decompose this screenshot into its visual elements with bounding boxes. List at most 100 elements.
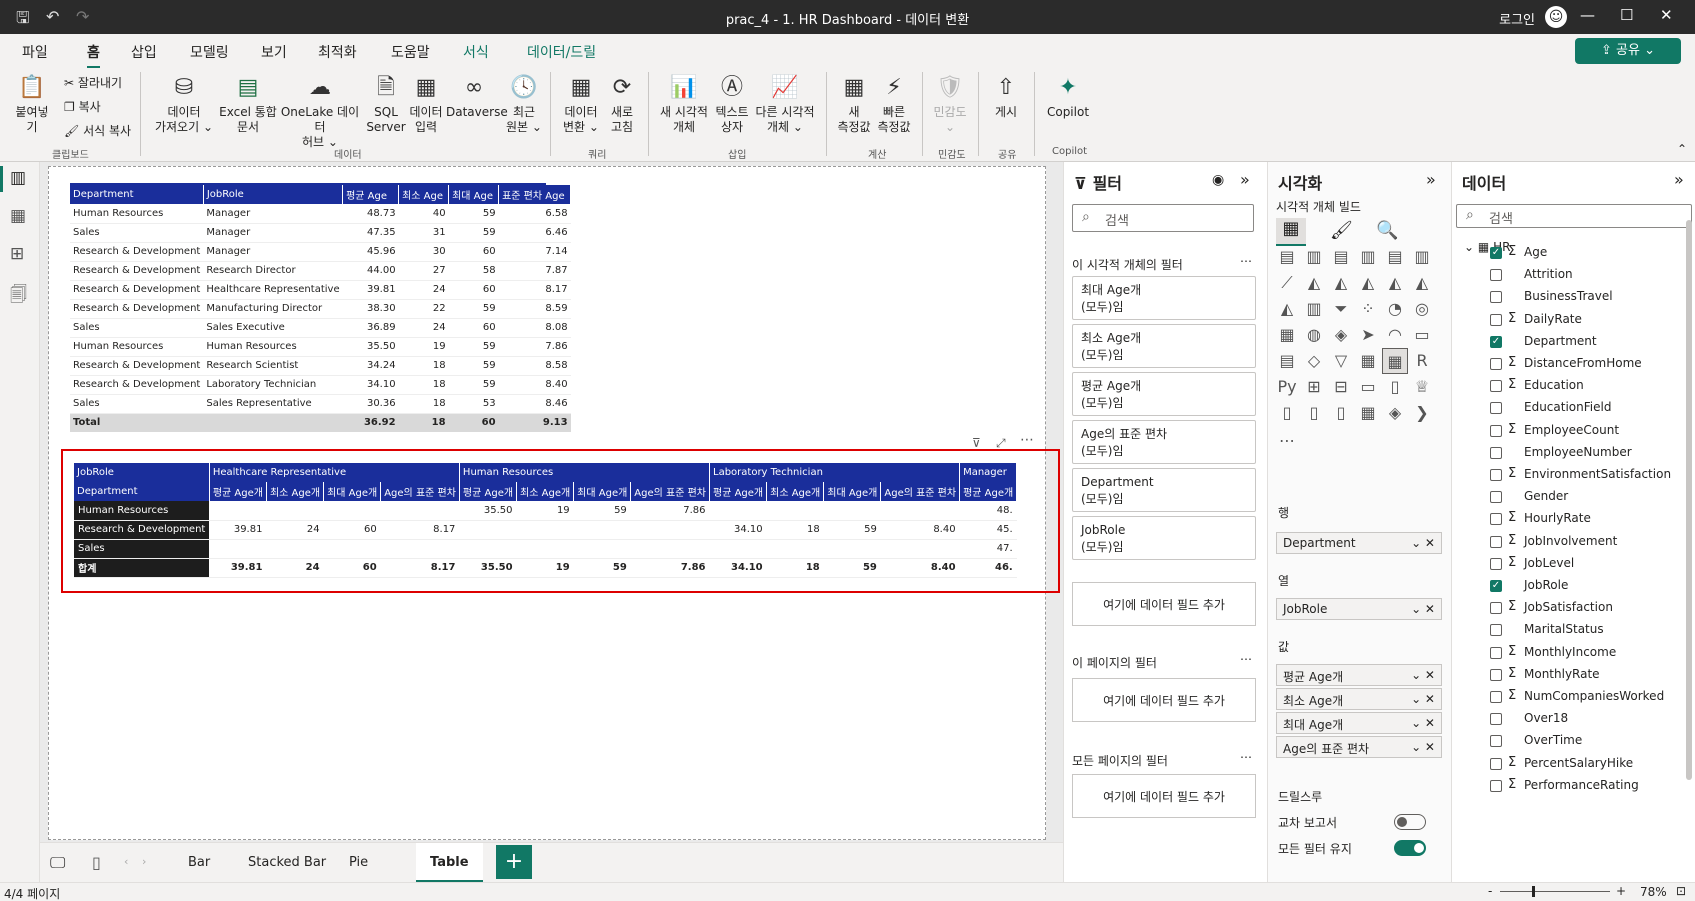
field-checkbox[interactable] (1490, 446, 1502, 459)
visual-type-icon[interactable]: ⊞ (1301, 374, 1327, 400)
paste-button[interactable]: 📋 붙여넣기 (10, 72, 54, 135)
tab-help[interactable]: 도움말 (391, 42, 430, 62)
field-checkbox[interactable]: ✓ (1490, 335, 1502, 348)
matrix-row-label[interactable]: Human Resources (74, 501, 210, 521)
field-checkbox[interactable] (1490, 735, 1502, 748)
field-checkbox[interactable] (1490, 269, 1502, 282)
copy-button[interactable]: ❐ 복사 (64, 98, 101, 115)
matrix-col-header[interactable]: Department (74, 482, 210, 501)
visual-type-icon[interactable]: ▦ (1274, 322, 1300, 348)
matrix-measure-header[interactable]: 최대 Age개 (323, 482, 382, 501)
matrix-measure-header[interactable]: Age의 표준 편차 (880, 482, 961, 501)
visual-type-icon[interactable]: ◈ (1328, 322, 1354, 348)
visual-type-icon[interactable]: ⏷ (1328, 296, 1354, 322)
visual-type-icon[interactable]: ▥ (1409, 244, 1435, 270)
collapse-data-icon[interactable]: » (1674, 170, 1684, 189)
field-checkbox[interactable] (1490, 646, 1502, 659)
matrix-row[interactable]: Research & Development 39.81 24 60 8.17 34.10… (74, 520, 1017, 540)
zoom-level[interactable]: 78% (1640, 885, 1667, 899)
table-row[interactable]: Human Resources Human Resources 35.50 19 59 7… (70, 337, 571, 357)
matrix-measure-header[interactable]: 최대 Age개 (823, 482, 882, 501)
more-options-icon[interactable]: ⋯ (1020, 432, 1034, 448)
more-options-icon[interactable]: ⋯ (1240, 652, 1252, 666)
col-header[interactable]: 최대 Age (448, 185, 500, 204)
matrix-row[interactable]: Human Resources 35.50 19 59 7.86 48. (74, 501, 1017, 521)
table-row[interactable]: Research & Development Manager 45.96 30 60 7.… (70, 242, 571, 262)
visual-type-icon[interactable]: ➤ (1355, 322, 1381, 348)
matrix-row-header[interactable]: JobRole (74, 463, 210, 482)
table-row[interactable]: Research & Development Research Scientist… (70, 356, 571, 376)
visual-type-icon[interactable]: ▯ (1328, 400, 1354, 426)
matrix-measure-header[interactable]: 최대 Age개 (573, 482, 632, 501)
matrix-total-row[interactable]: 합계 39.81 24 60 8.17 35.50 19 59 7.86 34.10 18 59 8.4… (74, 558, 1017, 578)
table-view-icon[interactable]: ▦ (10, 206, 26, 226)
table-row[interactable]: Research & Development Healthcare Represe… (70, 280, 571, 300)
matrix-measure-header[interactable]: Age의 표준 편차 (380, 482, 460, 501)
more-options-icon[interactable]: ⋯ (1240, 750, 1252, 764)
prev-page-icon[interactable]: ‹ (124, 855, 128, 868)
field-checkbox[interactable] (1490, 424, 1502, 437)
filter-icon[interactable]: ⊽ (972, 436, 981, 450)
field-checkbox[interactable] (1490, 602, 1502, 615)
matrix-group-header[interactable]: Laboratory Technician (709, 463, 961, 482)
tab-home[interactable]: 홈 (87, 42, 100, 69)
eye-icon[interactable]: ◉ (1212, 172, 1224, 188)
values-field-well[interactable]: 평균 Age개 ⌄ ✕ (1276, 664, 1442, 686)
visual-type-icon[interactable]: Py (1274, 374, 1300, 400)
fit-page-icon[interactable]: ⊡ (1676, 884, 1686, 898)
visual-type-icon[interactable]: ◈ (1382, 400, 1408, 426)
zoom-in-icon[interactable]: + (1616, 884, 1626, 898)
visual-type-icon[interactable]: ◇ (1301, 348, 1327, 374)
get-data-button[interactable]: ⛁ 데이터 가져오기 ⌄ (154, 72, 214, 135)
filters-search-input[interactable]: ⌕ 검색 (1072, 204, 1254, 232)
visual-type-icon[interactable]: R (1409, 348, 1435, 374)
collapse-ribbon-icon[interactable]: ⌃ (1677, 142, 1687, 156)
visual-type-icon[interactable]: ◭ (1301, 270, 1327, 296)
table-row[interactable]: Research & Development Manufacturing Dire… (70, 299, 571, 319)
matrix-visual[interactable]: JobRole Healthcare Representative Human … (61, 449, 1060, 593)
field-checkbox[interactable] (1490, 313, 1502, 326)
quick-measure-button[interactable]: ⚡ 빠른 측정값 (874, 72, 914, 135)
refresh-button[interactable]: ⟳ 새로 고침 (604, 72, 640, 135)
matrix-group-header[interactable]: Manager (959, 463, 1018, 482)
matrix-row[interactable]: Sales 47. (74, 539, 1017, 559)
visual-type-icon[interactable]: ❯ (1409, 400, 1435, 426)
values-field-well[interactable]: Age의 표준 편차 ⌄ ✕ (1276, 736, 1442, 758)
visual-type-icon[interactable]: ⊟ (1328, 374, 1354, 400)
field-checkbox[interactable] (1490, 380, 1502, 393)
visual-type-icon[interactable]: ◭ (1382, 270, 1408, 296)
zoom-slider[interactable] (1500, 891, 1610, 892)
tab-view[interactable]: 보기 (261, 42, 287, 62)
textbox-button[interactable]: Ⓐ 텍스트 상자 (712, 72, 752, 135)
more-visuals-button[interactable]: 📈 다른 시각적 개체 ⌄ (752, 72, 818, 135)
field-checkbox[interactable] (1490, 624, 1502, 637)
table-row[interactable]: Research & Development Laboratory Technic… (70, 375, 571, 395)
filter-card[interactable]: Age의 표준 편차 (모두)임 (1072, 420, 1256, 464)
table-row[interactable]: Sales Sales Executive 36.89 24 60 8.08 (70, 318, 571, 338)
visual-type-icon[interactable]: ♕ (1409, 374, 1435, 400)
tab-modeling[interactable]: 모델링 (190, 42, 229, 62)
field-checkbox[interactable] (1490, 557, 1502, 570)
visual-type-icon[interactable]: ▦ (1355, 400, 1381, 426)
copilot-button[interactable]: ✦ Copilot (1042, 72, 1094, 120)
matrix-row-label[interactable]: 합계 (74, 558, 210, 578)
visual-type-icon[interactable]: ▽ (1328, 348, 1354, 374)
matrix-group-header[interactable]: Human Resources (459, 463, 711, 482)
matrix-measure-header[interactable]: 최소 Age개 (766, 482, 825, 501)
visual-type-icon[interactable]: ◭ (1409, 270, 1435, 296)
field-checkbox[interactable]: ✓ (1490, 580, 1502, 592)
visual-type-icon[interactable]: ▦ (1355, 348, 1381, 374)
visual-type-icon[interactable]: ◭ (1274, 296, 1300, 322)
dataverse-button[interactable]: ∞ Dataverse (446, 72, 508, 120)
col-header[interactable]: 최소 Age (398, 185, 450, 204)
field-checkbox[interactable] (1490, 358, 1502, 370)
field-checkbox[interactable] (1490, 402, 1502, 415)
format-visual-icon[interactable]: 🖌 (1330, 220, 1353, 241)
page-tab-stacked-bar[interactable]: Stacked Bar (248, 855, 326, 870)
add-all-pages-filter-field[interactable]: 여기에 데이터 필드 추가 (1072, 774, 1256, 818)
zoom-slider-thumb[interactable] (1532, 886, 1535, 897)
visual-type-icon[interactable]: ▯ (1382, 374, 1408, 400)
field-checkbox[interactable] (1490, 513, 1502, 526)
keep-all-filters-toggle[interactable] (1394, 840, 1426, 856)
field-checkbox[interactable] (1490, 668, 1502, 681)
